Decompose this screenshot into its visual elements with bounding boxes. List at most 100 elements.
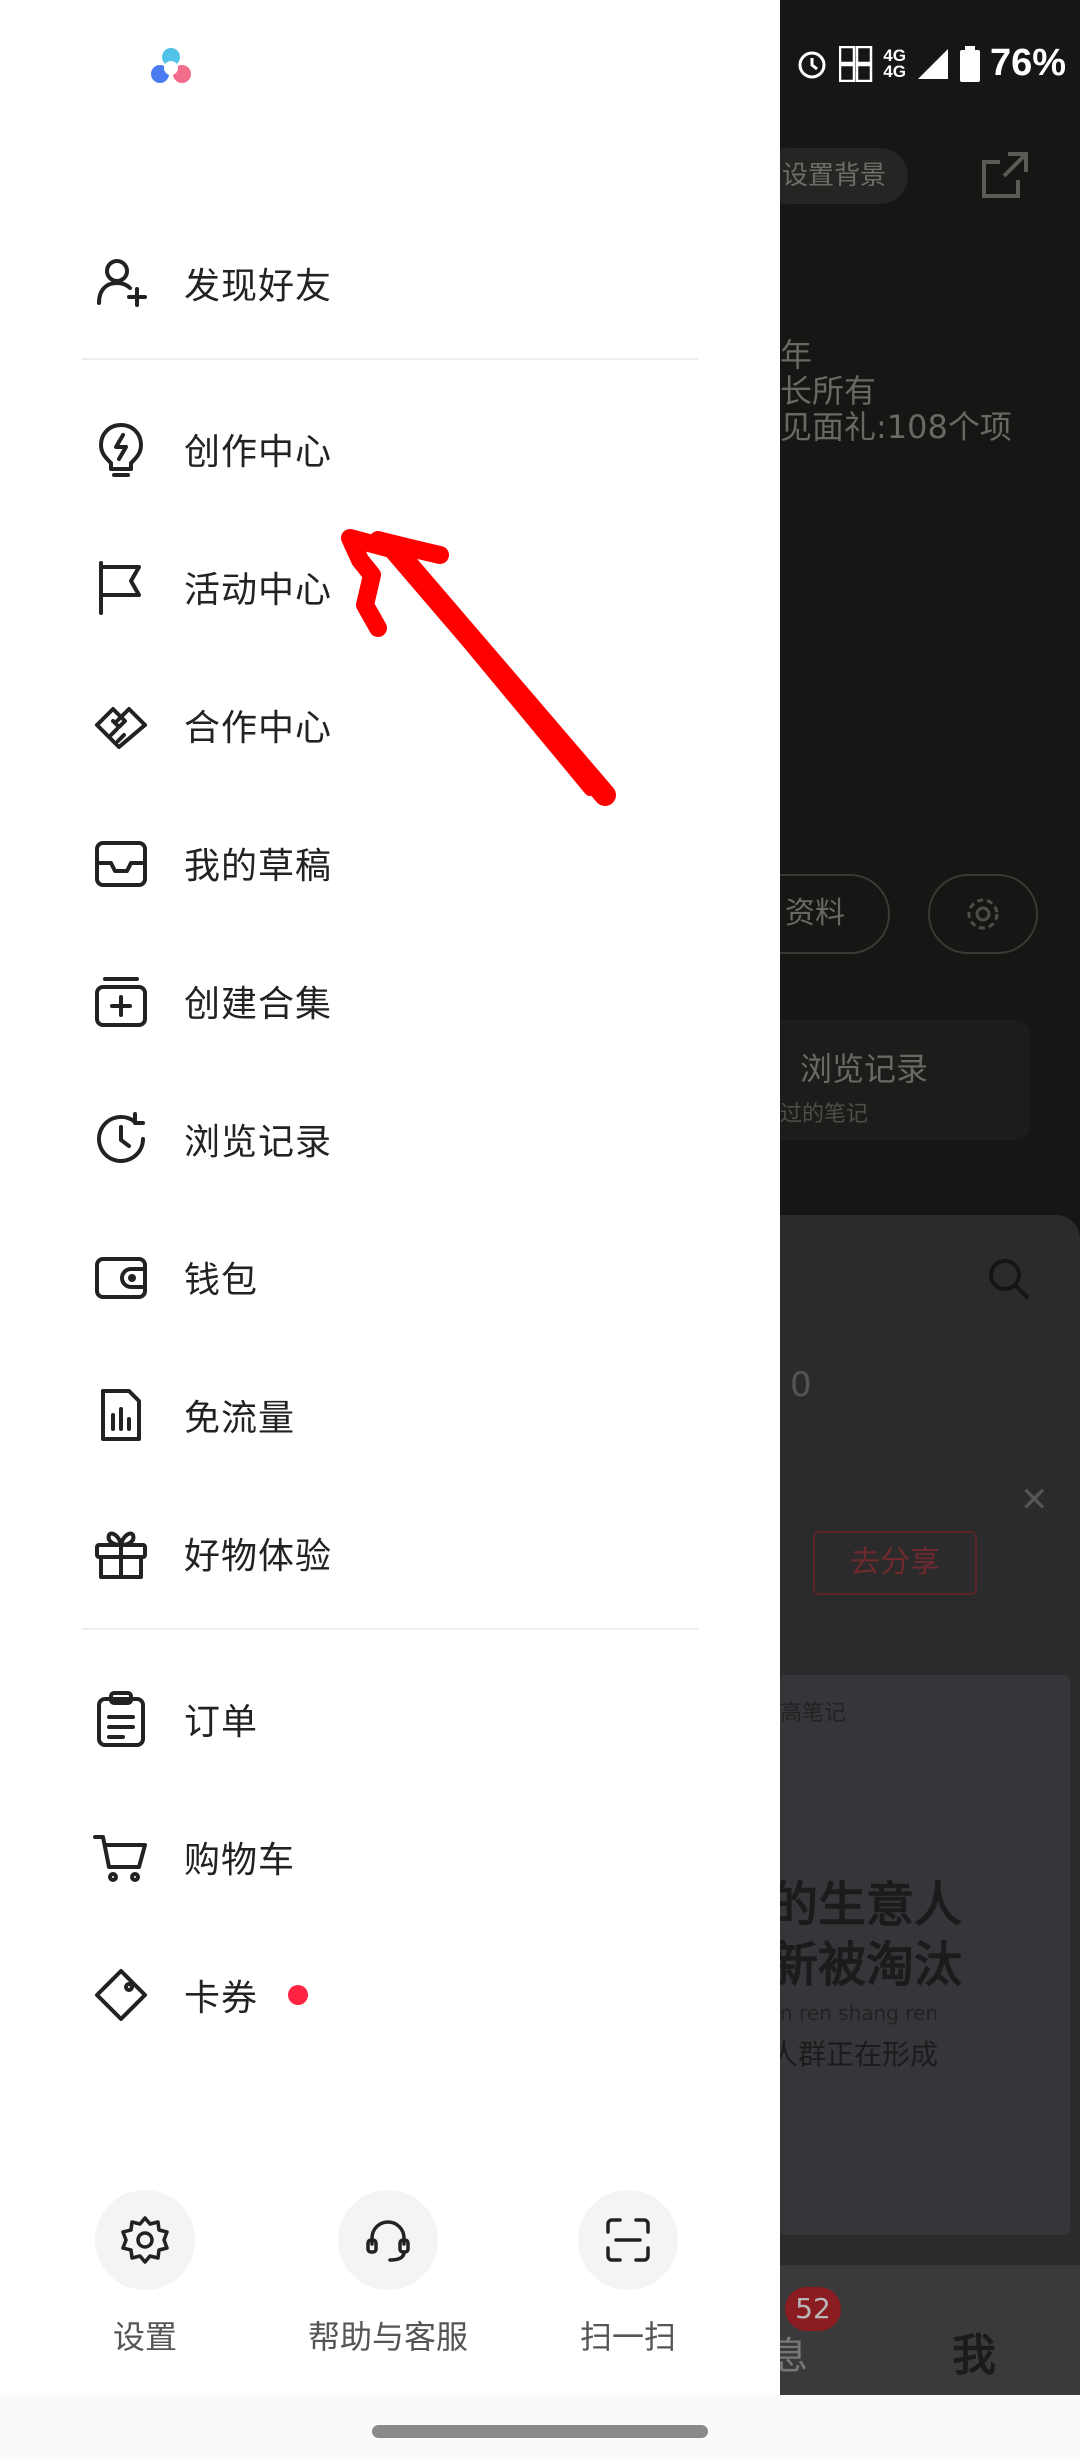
wallet-icon (90, 1246, 152, 1308)
headset-icon (366, 2220, 410, 2262)
note-cover-image[interactable]: 高笔记 的生意人 新被淘汰 n ren shang ren 人群正在形成 (780, 1675, 1070, 2235)
add-collection-icon (95, 977, 147, 1027)
edit-profile-button[interactable]: 资料 (780, 874, 890, 954)
menu-item-label: 浏览记录 (184, 1122, 333, 1163)
cover-handwriting: 高笔记 (780, 1701, 847, 1726)
settings-button[interactable]: 设置 (45, 2190, 245, 2358)
clipboard-icon (97, 1691, 145, 1747)
notes-panel: 0 ✕ 去分享 高笔记 的生意人 新被淘汰 n ren shang ren 人群… (780, 1215, 1080, 2265)
menu-item-find-friends[interactable]: 发现好友 (90, 233, 710, 333)
lightbulb-icon (99, 423, 143, 477)
app-logo (151, 48, 191, 83)
hd-sim-icon (839, 45, 873, 82)
lightbulb-icon (90, 418, 152, 480)
scan-label: 扫一扫 (579, 2318, 676, 2356)
gear-icon (121, 2216, 169, 2264)
add-user-icon (97, 259, 147, 307)
gift-icon (95, 1531, 147, 1579)
menu-item-label: 创作中心 (184, 432, 333, 473)
flag-icon (90, 556, 152, 618)
menu-item-label: 我的草稿 (184, 846, 333, 887)
menu-item-orders[interactable]: 订单 (90, 1669, 710, 1769)
tab-messages[interactable]: 息 (780, 2325, 808, 2380)
alarm-icon (798, 51, 826, 78)
background-app: 设置背景 年 长所有 见面礼:108个项 资料 浏览记录 过的笔记 0 ✕ 去分… (780, 0, 1080, 2460)
flag-icon (99, 561, 141, 615)
handshake-icon (90, 694, 152, 756)
history-clock-icon (97, 1112, 145, 1163)
browse-history-card-title: 浏览记录 (800, 1050, 929, 1088)
share-icon[interactable] (978, 148, 1032, 202)
help-label: 帮助与客服 (307, 2318, 468, 2356)
help-button[interactable]: 帮助与客服 (288, 2190, 488, 2358)
menu-item-label: 创建合集 (184, 984, 333, 1025)
inbox-icon (90, 832, 152, 894)
profile-header: 设置背景 年 长所有 见面礼:108个项 资料 浏览记录 过的笔记 (780, 0, 1080, 1215)
menu-item-label: 免流量 (184, 1398, 296, 1439)
menu-item-browse-history[interactable]: 浏览记录 (90, 1089, 710, 1189)
go-share-button[interactable]: 去分享 (813, 1531, 977, 1595)
side-drawer: 发现好友 创作中心 活动中心 合作中心 我的草稿 创建合集 浏览记录 钱包 免流… (0, 0, 780, 2395)
count-value: 0 (790, 1365, 812, 1405)
scan-circle (578, 2190, 678, 2290)
menu-divider (82, 1628, 698, 1630)
signal-icon (917, 48, 948, 79)
cart-icon (90, 1826, 152, 1888)
browse-history-card[interactable]: 浏览记录 过的笔记 (780, 1020, 1030, 1140)
close-icon[interactable]: ✕ (1020, 1480, 1049, 1520)
menu-item-label: 合作中心 (184, 708, 333, 749)
tab-me[interactable]: 我 (952, 2319, 996, 2383)
data-chart-icon (90, 1384, 152, 1446)
clipboard-icon (90, 1688, 152, 1750)
gear-icon (967, 898, 999, 930)
status-bar: 4G 4G 76% (795, 42, 1066, 85)
menu-item-label: 钱包 (184, 1260, 259, 1301)
data-chart-icon (101, 1389, 141, 1441)
ticket-icon (90, 1964, 152, 2026)
profile-line-3: 见面礼:108个项 (780, 408, 1012, 446)
settings-circle (95, 2190, 195, 2290)
menu-item-label: 活动中心 (184, 570, 333, 611)
add-collection-icon (90, 970, 152, 1032)
gesture-handle[interactable] (372, 2425, 708, 2438)
menu-item-creator-center[interactable]: 创作中心 (90, 399, 710, 499)
menu-item-free-data[interactable]: 免流量 (90, 1365, 710, 1465)
cover-subline: 人群正在形成 (780, 2038, 939, 2071)
scan-icon (606, 2218, 650, 2262)
menu-item-label: 订单 (184, 1702, 259, 1743)
menu-item-activity-center[interactable]: 活动中心 (90, 537, 710, 637)
menu-item-product-trial[interactable]: 好物体验 (90, 1503, 710, 1603)
menu-item-wallet[interactable]: 钱包 (90, 1227, 710, 1327)
scan-button[interactable]: 扫一扫 (528, 2190, 728, 2358)
history-clock-icon (90, 1108, 152, 1170)
handshake-icon (95, 707, 147, 749)
set-background-chip[interactable]: 设置背景 (780, 148, 908, 204)
notification-dot (288, 1985, 309, 2005)
search-icon[interactable] (985, 1255, 1033, 1303)
cover-line-2: 新被淘汰 (780, 1937, 963, 1993)
inbox-icon (95, 841, 147, 887)
menu-item-label: 卡券 (184, 1978, 259, 2019)
menu-divider (82, 358, 698, 360)
bottom-tab-bar: 52 息 我 (780, 2265, 1080, 2395)
menu-item-create-collection[interactable]: 创建合集 (90, 951, 710, 1051)
menu-item-label: 好物体验 (184, 1536, 333, 1577)
menu-item-label: 购物车 (184, 1840, 296, 1881)
settings-label: 设置 (112, 2318, 177, 2356)
menu-item-my-drafts[interactable]: 我的草稿 (90, 813, 710, 913)
help-circle (338, 2190, 438, 2290)
menu-item-label: 发现好友 (184, 266, 333, 307)
battery-percent: 76% (989, 42, 1066, 84)
wallet-icon (95, 1257, 147, 1299)
gift-icon (90, 1522, 152, 1584)
browse-history-card-sub: 过的笔记 (780, 1102, 869, 1127)
add-user-icon (90, 252, 152, 314)
ticket-icon (95, 1969, 147, 2021)
network-type: 4G 4G (883, 45, 906, 81)
menu-item-coupons[interactable]: 卡券 (90, 1945, 710, 2045)
profile-settings-button[interactable] (928, 874, 1038, 954)
battery-icon (959, 45, 980, 82)
cart-icon (93, 1835, 147, 1882)
menu-item-shopping-cart[interactable]: 购物车 (90, 1807, 710, 1907)
menu-item-cooperation-center[interactable]: 合作中心 (90, 675, 710, 775)
